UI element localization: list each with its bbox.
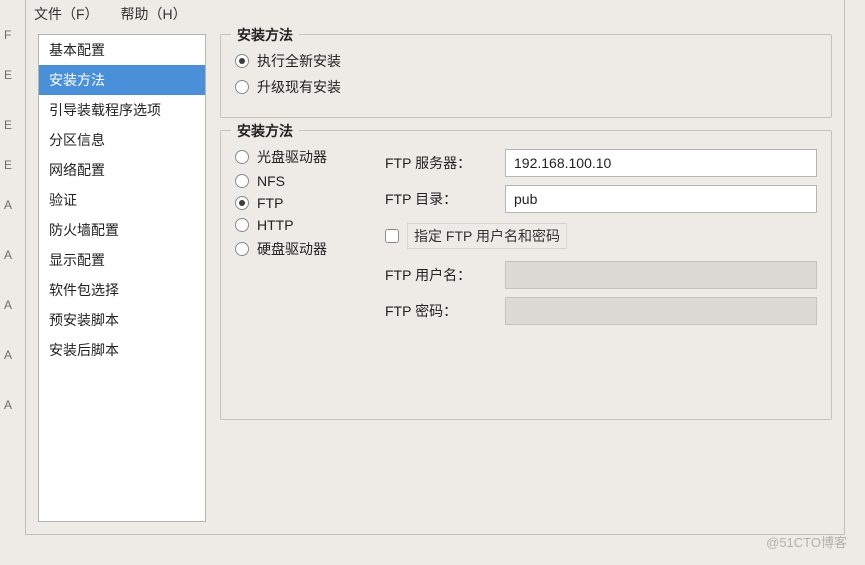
radio-source-hd[interactable]: [235, 242, 249, 256]
sidebar-item-partition[interactable]: 分区信息: [39, 125, 205, 155]
ftp-auth-label: 指定 FTP 用户名和密码: [407, 223, 567, 249]
ftp-server-input[interactable]: [505, 149, 817, 177]
menu-file[interactable]: 文件（F）: [34, 6, 99, 22]
watermark-text: @51CTO博客: [766, 532, 847, 551]
radio-upgrade-install-label: 升级现有安装: [257, 77, 341, 97]
sidebar-item-install-method[interactable]: 安装方法: [39, 65, 205, 95]
radio-fresh-install-label: 执行全新安装: [257, 51, 341, 71]
radio-source-nfs[interactable]: [235, 174, 249, 188]
radio-source-ftp[interactable]: [235, 196, 249, 210]
radio-source-nfs-label: NFS: [257, 173, 285, 189]
sidebar-item-network[interactable]: 网络配置: [39, 155, 205, 185]
ftp-settings-column: FTP 服务器： FTP 目录： 指定 FTP 用户名和密码 FTP: [385, 141, 817, 333]
sidebar-item-display[interactable]: 显示配置: [39, 245, 205, 275]
ftp-auth-checkbox[interactable]: [385, 229, 399, 243]
ftp-pass-label: FTP 密码：: [385, 301, 505, 321]
ftp-user-label: FTP 用户名：: [385, 265, 505, 285]
install-type-group: 安装方法 执行全新安装 升级现有安装: [220, 34, 832, 118]
menubar: 文件（F） 帮助（H）: [26, 0, 844, 28]
ftp-server-label: FTP 服务器：: [385, 153, 505, 173]
radio-source-cdrom[interactable]: [235, 150, 249, 164]
sidebar-item-packages[interactable]: 软件包选择: [39, 275, 205, 305]
ftp-user-input: [505, 261, 817, 289]
section-sidebar: 基本配置 安装方法 引导装载程序选项 分区信息 网络配置 验证 防火墙配置 显示…: [38, 34, 206, 522]
sidebar-item-prescript[interactable]: 预安装脚本: [39, 305, 205, 335]
main-panel: 安装方法 执行全新安装 升级现有安装 安装方法 光盘驱动器: [220, 34, 832, 522]
menu-help[interactable]: 帮助（H）: [120, 6, 186, 22]
sidebar-item-basic[interactable]: 基本配置: [39, 35, 205, 65]
ftp-pass-input: [505, 297, 817, 325]
radio-source-http-label: HTTP: [257, 217, 294, 233]
sidebar-item-firewall[interactable]: 防火墙配置: [39, 215, 205, 245]
kickstart-config-window: 文件（F） 帮助（H） 基本配置 安装方法 引导装载程序选项 分区信息 网络配置…: [25, 0, 845, 535]
sidebar-item-bootloader[interactable]: 引导装载程序选项: [39, 95, 205, 125]
radio-source-ftp-label: FTP: [257, 195, 283, 211]
install-source-group: 安装方法 光盘驱动器 NFS FTP: [220, 130, 832, 420]
radio-source-http[interactable]: [235, 218, 249, 232]
sidebar-item-auth[interactable]: 验证: [39, 185, 205, 215]
source-radio-column: 光盘驱动器 NFS FTP HTTP: [235, 141, 385, 333]
radio-source-cdrom-label: 光盘驱动器: [257, 147, 327, 167]
sidebar-item-postscript[interactable]: 安装后脚本: [39, 335, 205, 365]
radio-upgrade-install[interactable]: [235, 80, 249, 94]
ftp-dir-input[interactable]: [505, 185, 817, 213]
radio-source-hd-label: 硬盘驱动器: [257, 239, 327, 259]
radio-fresh-install[interactable]: [235, 54, 249, 68]
ftp-dir-label: FTP 目录：: [385, 189, 505, 209]
install-type-title: 安装方法: [231, 25, 299, 45]
install-source-title: 安装方法: [231, 121, 299, 141]
left-rail-letters: F E E E A A A A A: [0, 0, 24, 565]
